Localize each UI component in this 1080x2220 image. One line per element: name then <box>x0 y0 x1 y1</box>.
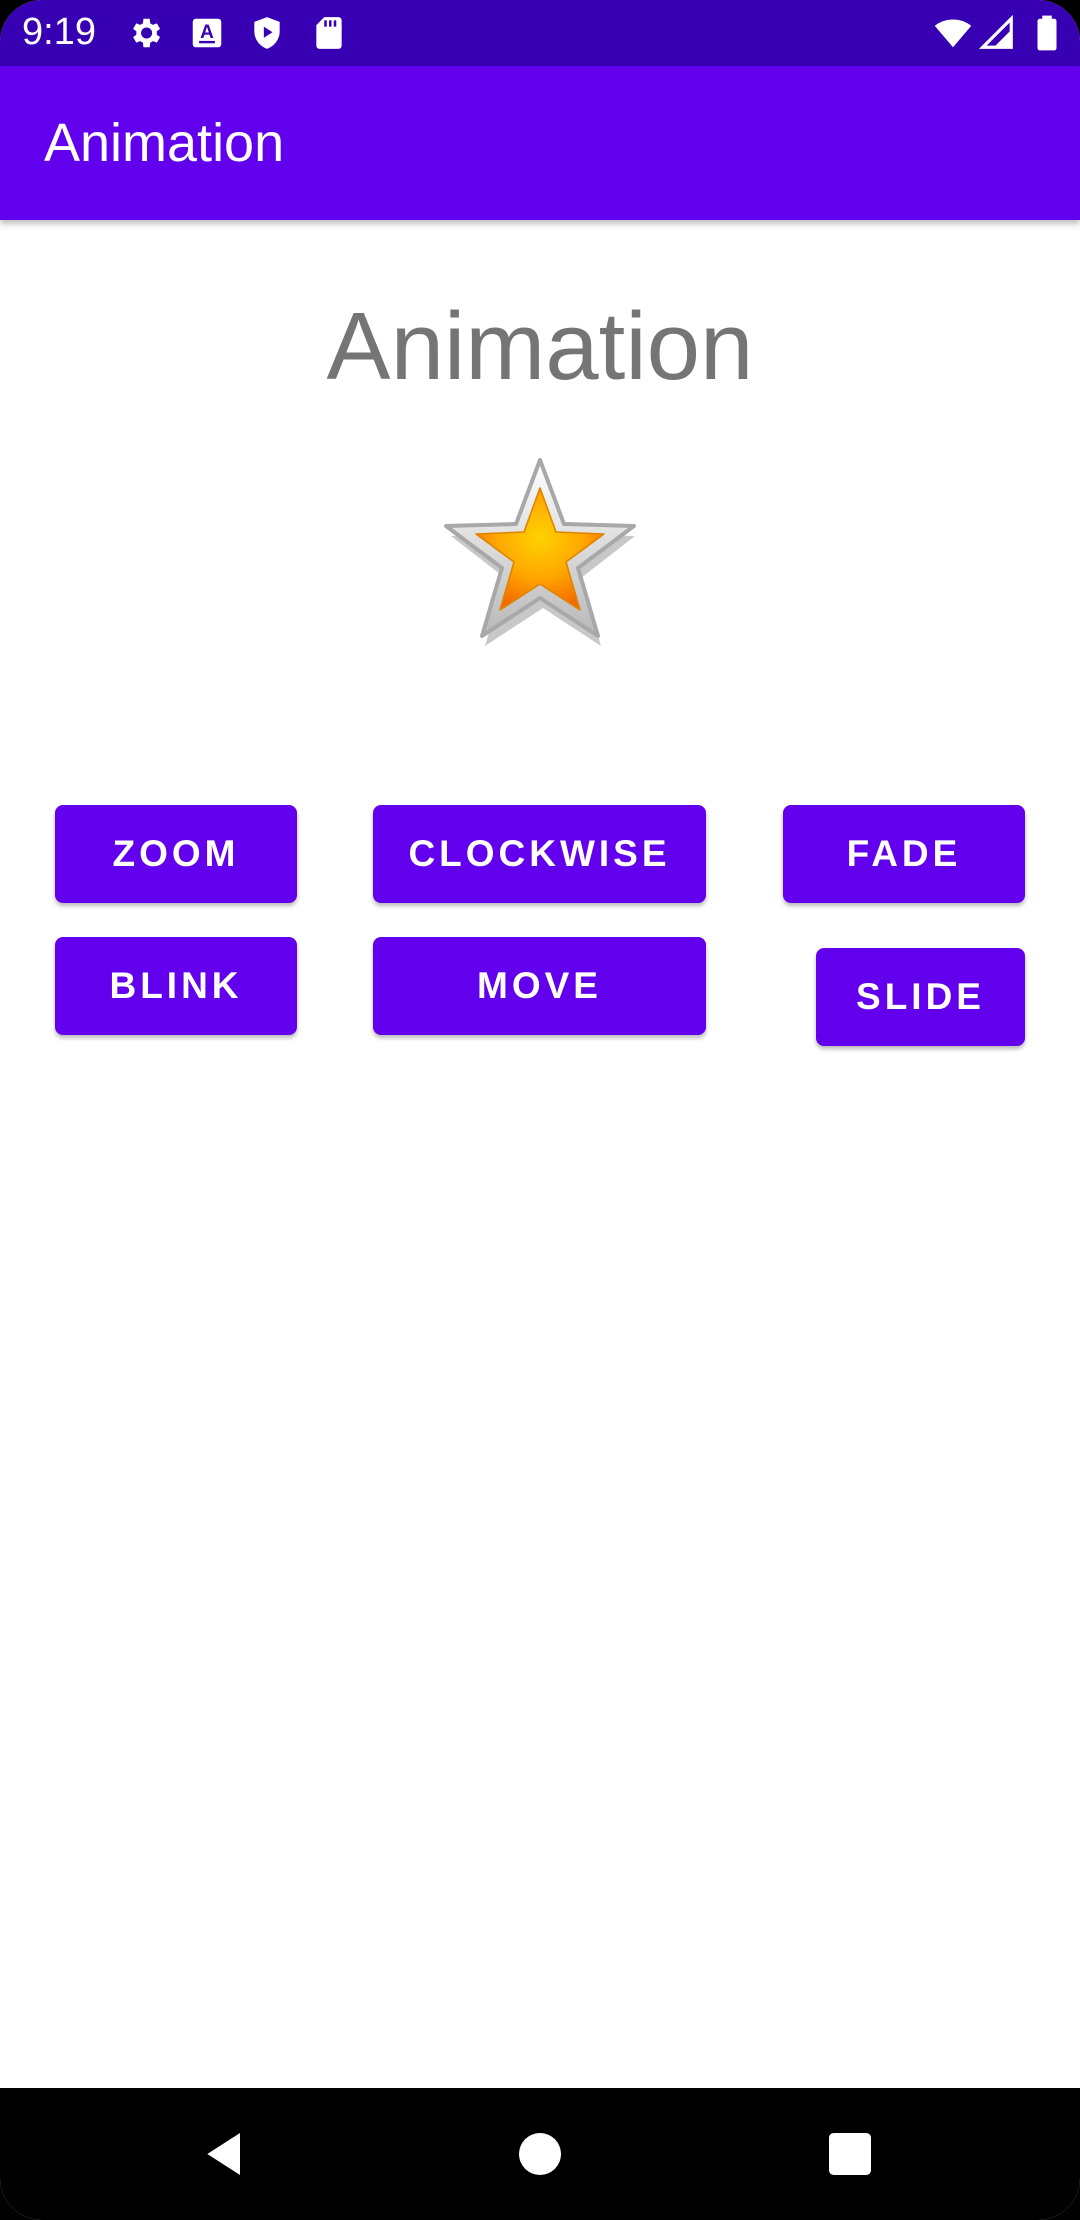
page-heading: Animation <box>326 293 754 400</box>
recents-icon[interactable] <box>822 2126 878 2182</box>
status-time: 9:19 <box>22 11 96 53</box>
main-content: Animation ZOOM CLOCKWISE FADE BLINK MOVE… <box>0 220 1080 2088</box>
app-bar-title: Animation <box>44 113 285 173</box>
zoom-button[interactable]: ZOOM <box>55 805 297 903</box>
settings-icon <box>133 18 161 48</box>
wifi-icon <box>934 19 972 48</box>
back-icon[interactable] <box>198 2126 254 2182</box>
a-keyboard-icon: A <box>192 18 222 48</box>
cell-signal-icon <box>978 14 1013 49</box>
navigation-bar <box>0 2088 1080 2220</box>
blink-button[interactable]: BLINK <box>55 937 297 1035</box>
battery-icon <box>1037 15 1057 51</box>
phone-screen: 9:19 A Animation Animation ZOOM CLOCKWIS… <box>0 0 1080 2220</box>
status-bar: 9:19 A <box>0 0 1080 66</box>
app-bar: Animation <box>0 66 1080 220</box>
move-button[interactable]: MOVE <box>373 937 706 1035</box>
slide-button[interactable]: SLIDE <box>816 948 1025 1046</box>
clockwise-button[interactable]: CLOCKWISE <box>373 805 706 903</box>
sd-card-icon <box>316 17 342 49</box>
star-icon <box>444 458 636 646</box>
shield-play-icon <box>254 17 280 49</box>
fade-button[interactable]: FADE <box>783 805 1025 903</box>
home-icon[interactable] <box>512 2126 568 2182</box>
svg-text:A: A <box>200 22 214 43</box>
